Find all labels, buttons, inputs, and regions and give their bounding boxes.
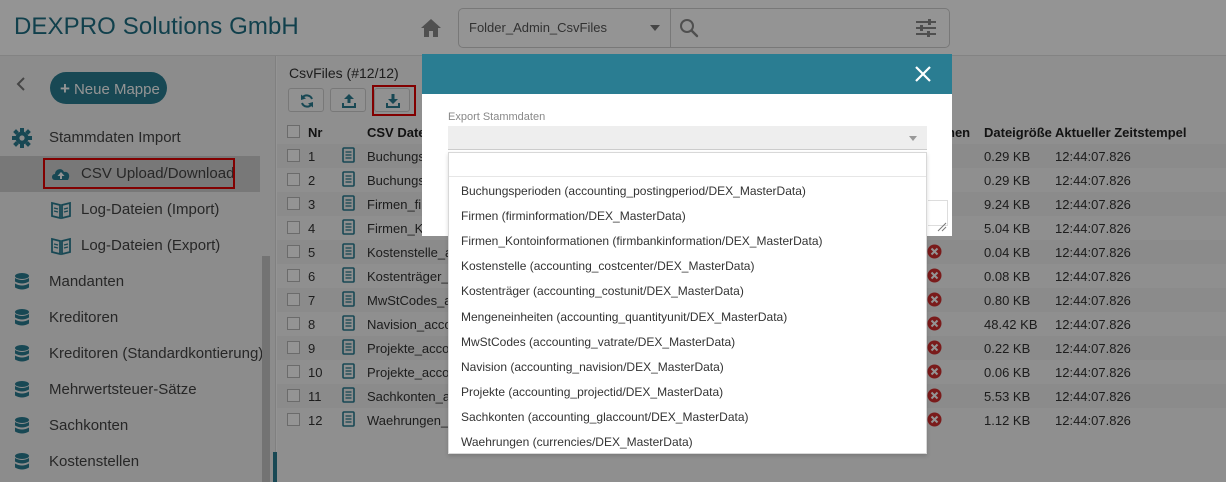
dropdown-option[interactable]: Projekte (accounting_projectid/DEX_Maste…: [461, 385, 723, 399]
dropdown-option[interactable]: Firmen_Kontoinformationen (firmbankinfor…: [461, 234, 822, 248]
dropdown-option[interactable]: Mengeneinheiten (accounting_quantityunit…: [461, 310, 787, 324]
dropdown-option[interactable]: MwStCodes (accounting_vatrate/DEX_Master…: [461, 335, 735, 349]
dropdown-option[interactable]: Buchungsperioden (accounting_postingperi…: [461, 184, 806, 198]
export-options-list: Buchungsperioden (accounting_postingperi…: [448, 152, 927, 454]
caret-down-icon: [909, 136, 917, 141]
resize-grip-icon[interactable]: [935, 220, 947, 232]
dropdown-option[interactable]: Sachkonten (accounting_glaccount/DEX_Mas…: [461, 410, 749, 424]
export-field-label: Export Stammdaten: [448, 111, 546, 123]
export-select[interactable]: [448, 126, 927, 150]
dropdown-option[interactable]: Navision (accounting_navision/DEX_Master…: [461, 360, 724, 374]
dropdown-option[interactable]: Kostenträger (accounting_costunit/DEX_Ma…: [461, 284, 744, 298]
dialog-header: [422, 54, 952, 94]
dropdown-option[interactable]: Kostenstelle (accounting_costcenter/DEX_…: [461, 259, 754, 273]
dropdown-option[interactable]: Waehrungen (currencies/DEX_MasterData): [461, 435, 693, 449]
dropdown-empty-option[interactable]: [449, 153, 926, 177]
close-icon[interactable]: [914, 65, 932, 83]
dropdown-option[interactable]: Firmen (firminformation/DEX_MasterData): [461, 209, 686, 223]
